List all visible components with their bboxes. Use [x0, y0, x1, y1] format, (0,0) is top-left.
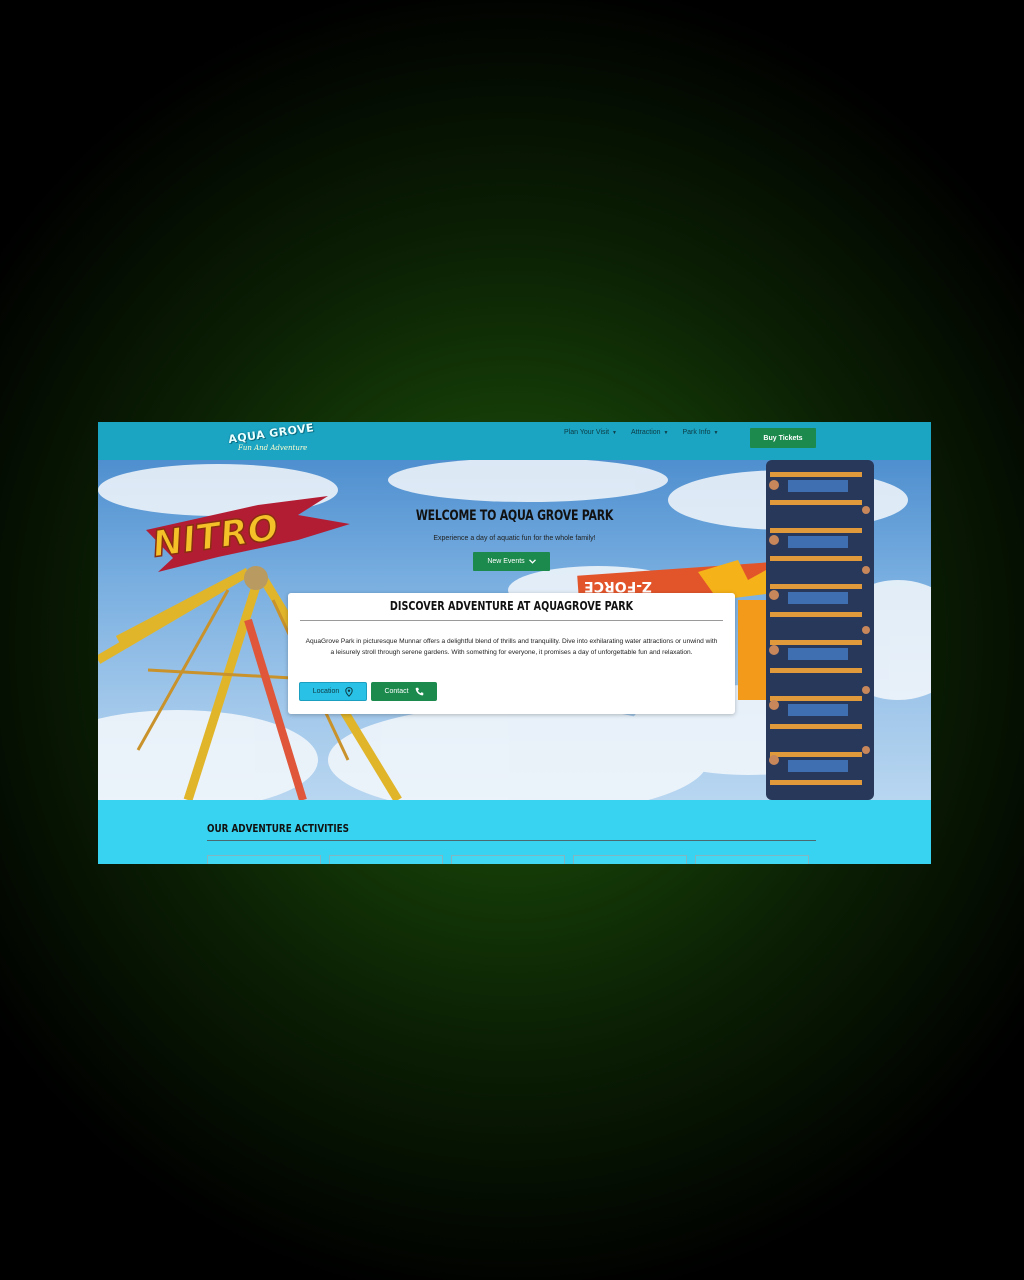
activities-section: OUR ADVENTURE ACTIVITIES	[98, 800, 931, 864]
chevron-down-icon	[528, 559, 536, 564]
location-button[interactable]: Location	[299, 682, 367, 701]
activity-card[interactable]	[207, 855, 321, 864]
activity-card[interactable]	[329, 855, 443, 864]
nav-park-info[interactable]: Park Info ▼	[683, 429, 719, 436]
contact-button[interactable]: Contact	[371, 682, 437, 701]
hero-section: NITRO Z-FORCE WELCOME TO AQUA GROVE PARK…	[98, 460, 931, 800]
nav-label: Park Info	[682, 429, 711, 436]
caret-down-icon: ▼	[713, 430, 719, 436]
logo-tagline: Fun And Adventure	[238, 444, 308, 452]
location-pin-icon	[345, 686, 353, 697]
activity-card[interactable]	[695, 855, 809, 864]
site-logo[interactable]: AQUA GROVE Fun And Adventure	[224, 422, 315, 457]
location-label: Location	[312, 688, 340, 695]
hero-title: WELCOME TO AQUA GROVE PARK	[415, 508, 614, 524]
discover-card: DISCOVER ADVENTURE AT AQUAGROVE PARK Aqu…	[288, 593, 735, 714]
new-events-button[interactable]: New Events	[473, 552, 550, 571]
browser-screenshot: AQUA GROVE Fun And Adventure Plan Your V…	[98, 422, 931, 864]
nav-plan-your-visit[interactable]: Plan Your Visit ▼	[564, 429, 617, 436]
activity-card[interactable]	[451, 855, 565, 864]
zforce-logo-text: Z-FORCE	[584, 578, 652, 594]
caret-down-icon: ▼	[663, 430, 669, 436]
hero-subtitle: Experience a day of aquatic fun for the …	[433, 535, 596, 542]
nav-label: Attraction	[630, 429, 661, 436]
buy-tickets-button[interactable]: Buy Tickets	[750, 428, 816, 448]
contact-label: Contact	[384, 688, 409, 695]
nav-attraction[interactable]: Attraction ▼	[631, 429, 669, 436]
divider	[300, 620, 723, 621]
activities-heading: OUR ADVENTURE ACTIVITIES	[207, 822, 350, 835]
logo-title: AQUA GROVE	[227, 422, 315, 446]
new-events-label: New Events	[487, 558, 525, 565]
discover-card-title: DISCOVER ADVENTURE AT AQUAGROVE PARK	[389, 599, 634, 613]
phone-icon	[415, 687, 423, 696]
navbar: AQUA GROVE Fun And Adventure Plan Your V…	[98, 422, 931, 460]
discover-card-text: AquaGrove Park in picturesque Munnar off…	[305, 638, 718, 656]
nav-label: Plan Your Visit	[564, 429, 610, 436]
activity-cards	[207, 855, 809, 864]
activity-card[interactable]	[573, 855, 687, 864]
divider	[207, 840, 816, 841]
nav-links: Plan Your Visit ▼ Attraction ▼ Park Info ▼	[564, 429, 718, 436]
caret-down-icon: ▼	[612, 430, 617, 436]
